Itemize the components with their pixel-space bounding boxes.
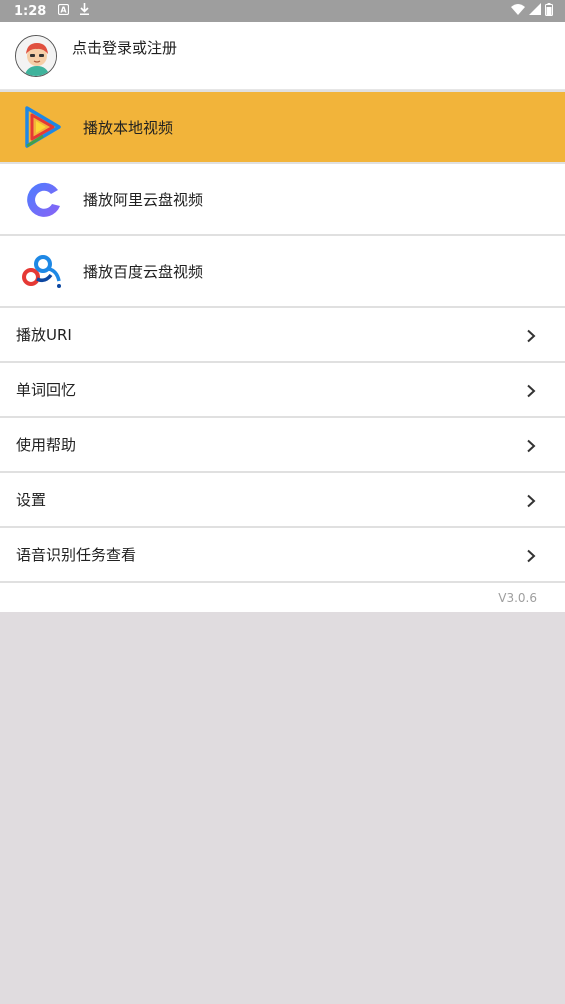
version-label: V3.0.6 bbox=[498, 590, 537, 605]
menu-item-play-uri[interactable]: 播放URI bbox=[0, 308, 565, 363]
status-bar: 1:28 A bbox=[0, 0, 565, 22]
chevron-right-icon bbox=[525, 493, 537, 507]
login-row[interactable]: 点击登录或注册 bbox=[0, 22, 565, 90]
status-time: 1:28 bbox=[14, 3, 47, 19]
notification-a-icon: A bbox=[58, 3, 70, 19]
version-row: V3.0.6 bbox=[0, 583, 565, 612]
menu-item-settings[interactable]: 设置 bbox=[0, 473, 565, 528]
battery-icon bbox=[545, 2, 553, 20]
main-content: 点击登录或注册 播放本地视频 播放阿里云盘视频 播放百度云盘视频 播放URI 单… bbox=[0, 22, 565, 612]
login-prompt[interactable]: 点击登录或注册 bbox=[72, 37, 177, 58]
baidu-drive-icon bbox=[20, 248, 66, 294]
chevron-right-icon bbox=[525, 438, 537, 452]
aliyun-drive-icon bbox=[20, 176, 66, 222]
signal-icon bbox=[529, 3, 541, 19]
menu-item-speech-tasks[interactable]: 语音识别任务查看 bbox=[0, 528, 565, 583]
menu-item-label: 语音识别任务查看 bbox=[16, 546, 137, 564]
avatar[interactable] bbox=[15, 34, 57, 77]
play-local-icon bbox=[20, 104, 66, 150]
menu-item-help[interactable]: 使用帮助 bbox=[0, 418, 565, 473]
download-icon bbox=[79, 3, 90, 19]
menu-item-label: 使用帮助 bbox=[16, 436, 77, 454]
menu-item-label: 设置 bbox=[16, 491, 47, 509]
menu-item-label: 播放URI bbox=[16, 326, 72, 344]
play-baidu-video-label: 播放百度云盘视频 bbox=[83, 262, 204, 281]
chevron-right-icon bbox=[525, 328, 537, 342]
menu-item-label: 单词回忆 bbox=[16, 381, 77, 399]
play-local-video-item[interactable]: 播放本地视频 bbox=[0, 92, 565, 164]
play-aliyun-video-item[interactable]: 播放阿里云盘视频 bbox=[0, 164, 565, 236]
wifi-icon bbox=[511, 3, 525, 19]
play-baidu-video-item[interactable]: 播放百度云盘视频 bbox=[0, 236, 565, 308]
chevron-right-icon bbox=[525, 548, 537, 562]
svg-text:A: A bbox=[61, 5, 68, 14]
menu-item-word-recall[interactable]: 单词回忆 bbox=[0, 363, 565, 418]
play-aliyun-video-label: 播放阿里云盘视频 bbox=[83, 190, 204, 209]
play-local-video-label: 播放本地视频 bbox=[83, 118, 174, 137]
chevron-right-icon bbox=[525, 383, 537, 397]
